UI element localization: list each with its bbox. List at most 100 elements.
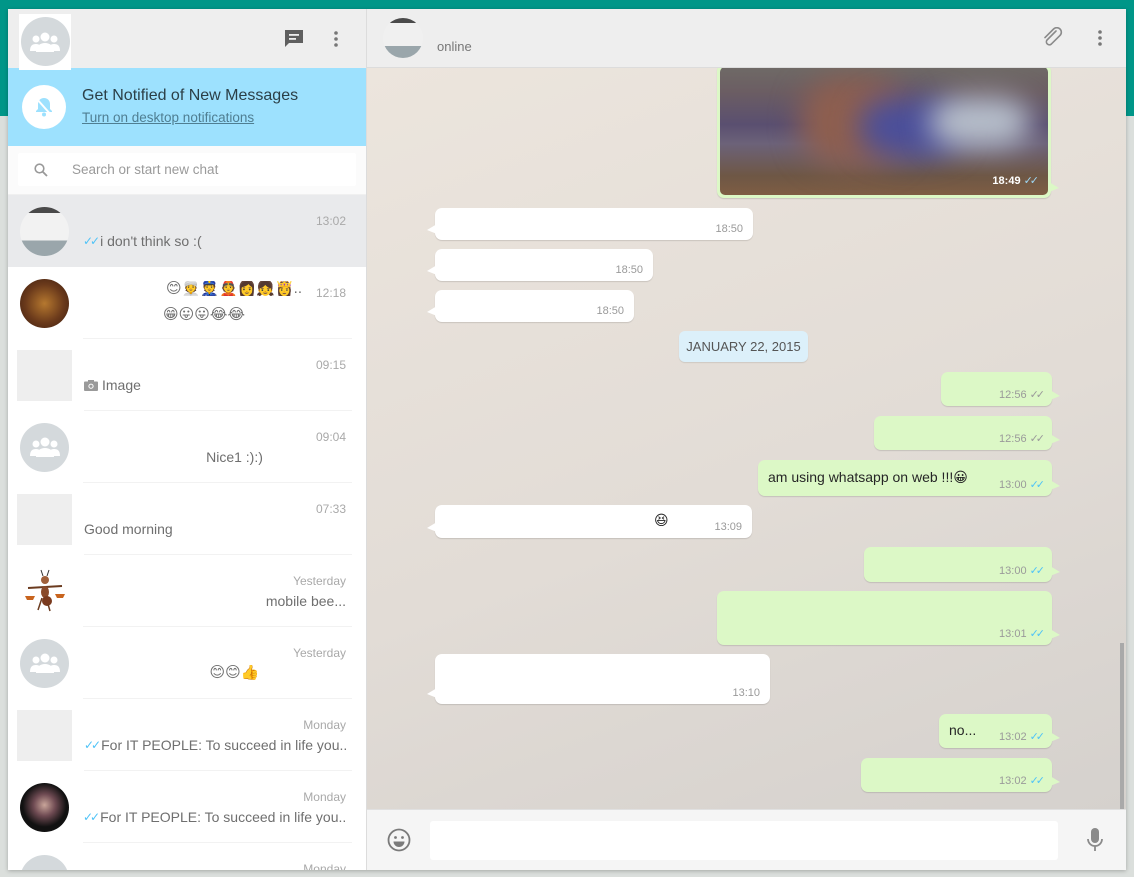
search-icon [34, 162, 48, 177]
chat-preview-line1: 😊👳👮👲👩👧👸.. [83, 281, 346, 296]
message-text: no... [949, 722, 977, 738]
chat-list-item[interactable]: Yesterday mobile bee... [8, 555, 366, 627]
group-avatar-icon [20, 422, 69, 472]
sidebar: Get Notified of New Messages Turn on des… [8, 9, 367, 870]
group-avatar-icon [20, 17, 70, 66]
message-bubble-outgoing-image[interactable]: 18:49 ✓✓ [717, 68, 1059, 198]
emoji-button[interactable] [387, 828, 411, 852]
chat-time: 09:04 [315, 430, 346, 444]
microphone-icon [1087, 828, 1103, 851]
conversation-header: online [367, 9, 1126, 68]
contact-avatar[interactable] [383, 18, 423, 58]
chat-time: 13:02 [315, 214, 346, 228]
message-bubble-outgoing[interactable]: 13:00 ✓✓ [864, 547, 1060, 582]
message-bubble-outgoing[interactable]: 13:02 ✓✓ [861, 758, 1060, 792]
chat-list-item[interactable]: Monday [8, 843, 366, 870]
delivered-ticks-icon: ✓✓ [1029, 389, 1046, 401]
message-bubble-incoming[interactable]: 😆 13:09 [427, 505, 752, 538]
chat-preview-text: Image [102, 377, 141, 393]
message-bubble-outgoing[interactable]: no... 13:02 ✓✓ [939, 714, 1060, 748]
my-profile-avatar[interactable] [19, 13, 71, 70]
search-input[interactable] [72, 162, 312, 177]
chat-preview: 😊😊👍 [83, 665, 346, 680]
ant-cartoon-avatar [20, 566, 69, 616]
sidebar-menu-button[interactable] [334, 30, 338, 47]
contact-avatar [20, 206, 69, 256]
attach-button[interactable] [1042, 27, 1064, 49]
read-ticks-icon: ✓✓ [1029, 628, 1046, 640]
chat-list-item[interactable]: Monday ✓✓ For IT PEOPLE: To succeed in l… [8, 699, 366, 771]
shared-image[interactable]: 18:49 ✓✓ [720, 68, 1048, 195]
read-ticks-icon: ✓✓ [1023, 175, 1040, 187]
message-bubble-incoming[interactable]: 18:50 [427, 249, 653, 281]
chat-icon [285, 30, 303, 47]
conversation-menu-button[interactable] [1098, 30, 1102, 46]
message-time: 12:56 [999, 388, 1027, 401]
paperclip-icon [1044, 27, 1063, 46]
chat-time: Monday [303, 862, 346, 870]
chat-preview-text: Nice1 :):) [206, 449, 263, 465]
chat-list-item[interactable]: 09:15 Image [8, 339, 366, 411]
chat-preview: Good morning [84, 521, 346, 537]
contact-avatar-placeholder [17, 493, 72, 545]
message-time: 13:02 [999, 730, 1027, 743]
whatsapp-web-app: Get Notified of New Messages Turn on des… [8, 9, 1126, 870]
chat-list-item[interactable]: Yesterday 😊😊👍 [8, 627, 366, 699]
notification-banner: Get Notified of New Messages Turn on des… [8, 68, 366, 146]
emoji-row: 😁😛😛😂😂 [163, 307, 245, 322]
chat-preview-line2: 😁😛😛😂😂 [83, 307, 346, 322]
new-chat-button[interactable] [284, 29, 304, 48]
message-time: 12:56 [999, 432, 1027, 445]
contact-avatar [20, 278, 69, 328]
chat-list-item[interactable]: Monday ✓✓ For IT PEOPLE: To succeed in l… [8, 771, 366, 843]
message-time: 13:00 [999, 478, 1027, 491]
chat-preview: mobile bee... [83, 593, 346, 609]
chat-preview-text: i don't think so :( [100, 233, 202, 249]
chat-time: Monday [303, 718, 346, 732]
message-time: 13:00 [999, 564, 1027, 577]
chat-time: 07:33 [315, 502, 346, 516]
chat-list-item[interactable]: 13:02 ✓✓ i don't think so :( [8, 195, 366, 267]
message-input[interactable] [430, 820, 1058, 860]
chat-time: Monday [303, 790, 346, 804]
message-composer [367, 809, 1126, 870]
message-bubble-incoming[interactable]: 18:50 [427, 208, 753, 240]
chat-list-item[interactable]: 09:04 Nice1 :):) [8, 411, 366, 483]
chat-preview: Image [84, 377, 346, 393]
group-avatar-icon [20, 638, 69, 688]
message-bubble-incoming[interactable]: 13:10 [427, 654, 770, 704]
conversation-panel: online 18:49 ✓✓ 18:50 18:50 18:50 JANUAR… [367, 9, 1126, 870]
sidebar-header [8, 9, 366, 70]
message-list-scrollbar[interactable] [1120, 643, 1124, 809]
contact-avatar [20, 782, 69, 832]
message-bubble-outgoing[interactable]: 12:56 ✓✓ [941, 372, 1060, 406]
read-ticks-icon: ✓✓ [1029, 775, 1046, 787]
message-text: am using whatsapp on web !!!😀 [768, 469, 968, 485]
enable-notifications-link[interactable]: Turn on desktop notifications [82, 110, 254, 125]
chat-list-item[interactable]: 07:33 Good morning [8, 483, 366, 555]
camera-icon [84, 379, 98, 391]
smiley-icon [387, 828, 411, 852]
message-bubble-outgoing[interactable]: 12:56 ✓✓ [874, 416, 1060, 450]
chat-time: 09:15 [315, 358, 346, 372]
message-time: 13:09 [714, 521, 742, 533]
group-avatar-icon [20, 854, 69, 870]
read-ticks-icon: ✓✓ [83, 234, 100, 248]
message-time: 13:10 [732, 687, 760, 699]
message-time: 18:50 [715, 223, 743, 235]
contact-avatar-placeholder [17, 349, 72, 401]
voice-message-button[interactable] [1087, 828, 1103, 852]
message-bubble-outgoing[interactable]: am using whatsapp on web !!!😀 13:00 ✓✓ [758, 460, 1060, 496]
read-ticks-icon: ✓✓ [1029, 479, 1046, 491]
message-bubble-incoming[interactable]: 18:50 [427, 290, 634, 322]
chat-preview: ✓✓ For IT PEOPLE: To succeed in life you… [83, 809, 346, 825]
message-time: 13:01 [999, 627, 1027, 640]
message-bubble-outgoing[interactable]: 13:01 ✓✓ [717, 591, 1060, 645]
chat-list-item[interactable]: 12:18 😊👳👮👲👩👧👸.. 😁😛😛😂😂 [8, 267, 366, 339]
chat-time: Yesterday [293, 574, 346, 588]
read-ticks-icon: ✓✓ [84, 738, 101, 752]
read-ticks-icon: ✓✓ [1029, 565, 1046, 577]
chat-preview: ✓✓ i don't think so :( [83, 233, 346, 249]
chat-time: Yesterday [293, 646, 346, 660]
read-ticks-icon: ✓✓ [1029, 731, 1046, 743]
